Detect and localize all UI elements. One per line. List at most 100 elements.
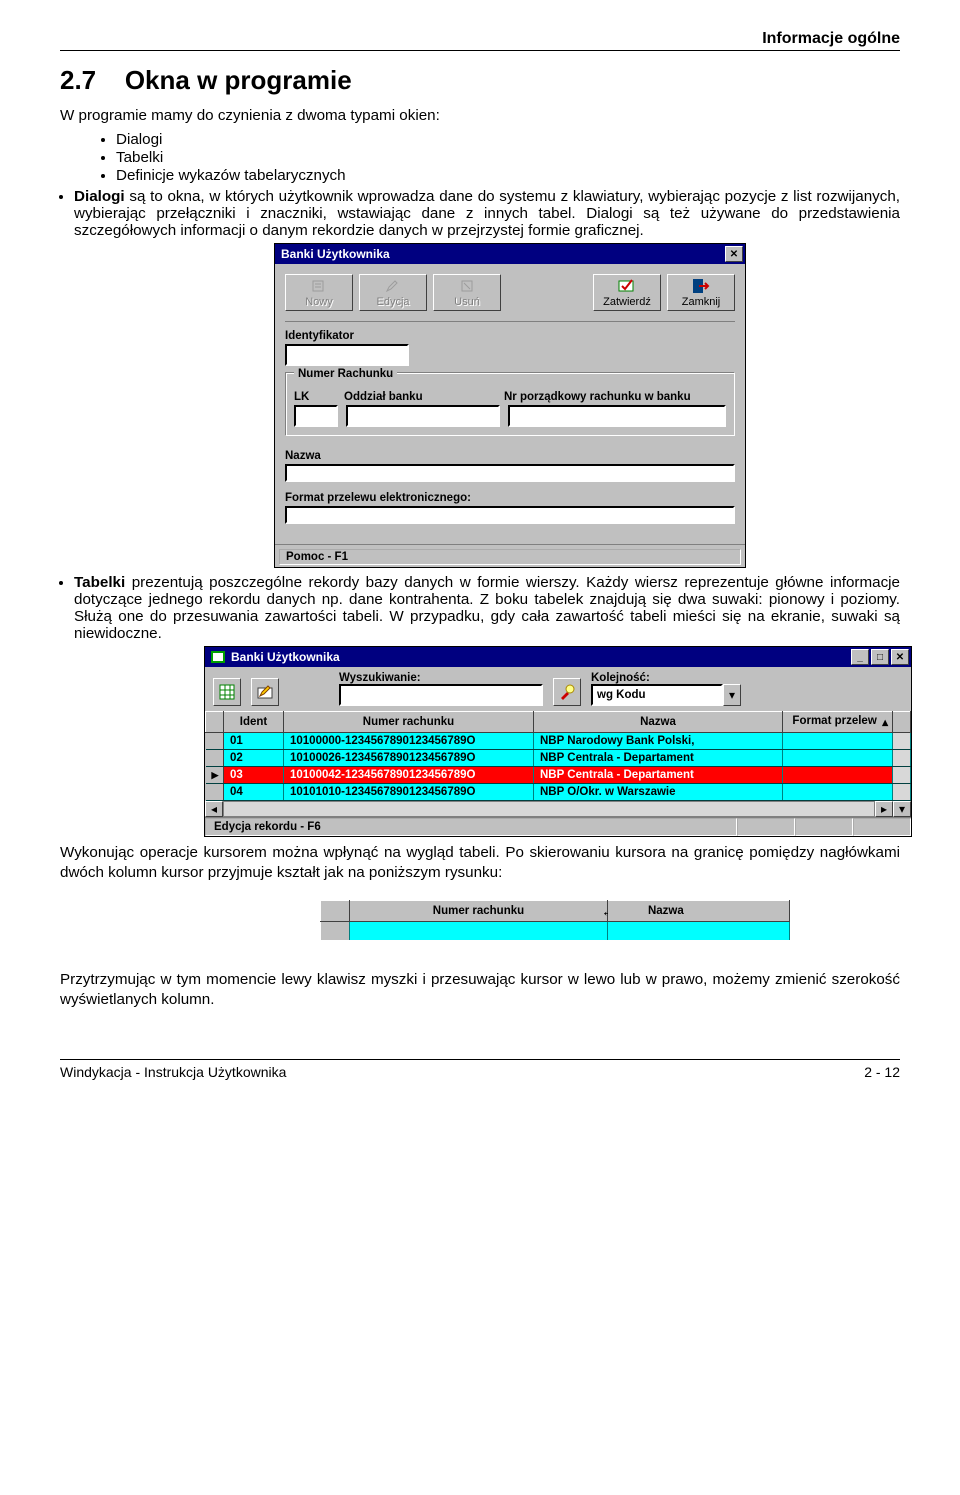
row-marker-header [321, 901, 350, 922]
horizontal-scrollbar[interactable]: ◂ ▸ ▾ [205, 801, 911, 817]
lead-word: Tabelki [74, 574, 125, 591]
col-nazwa[interactable]: Nazwa [607, 901, 789, 922]
grid-icon [219, 684, 235, 700]
cell-numer: 10101010-1234567890123456789O [284, 784, 534, 801]
header-divider [60, 50, 900, 51]
cell-numer: 10100026-1234567890123456789O [284, 750, 534, 767]
col-nazwa[interactable]: Nazwa [534, 712, 783, 733]
button-label: Nowy [286, 296, 352, 308]
cell-numer: 10100000-1234567890123456789O [284, 733, 534, 750]
page-header-right: Informacje ogólne [60, 30, 900, 48]
vscroll-down[interactable]: ▾ [893, 801, 911, 817]
table-topbar: Wyszukiwanie: Kolejność: wg Kodu ▾ [205, 667, 911, 711]
order-combo[interactable]: wg Kodu ▾ [591, 684, 741, 706]
cell-ident: 04 [224, 784, 284, 801]
intro-paragraph: W programie mamy do czynienia z dwoma ty… [60, 106, 900, 125]
desc-text: prezentują poszczególne rekordy bazy dan… [74, 574, 900, 642]
table-row[interactable]: ▶0310100042-1234567890123456789ONBP Cent… [206, 767, 911, 784]
cell-ident: 02 [224, 750, 284, 767]
cell-format [783, 750, 893, 767]
lk-input[interactable] [294, 405, 338, 427]
desc-text: są to okna, w których użytkownik wprowad… [74, 188, 900, 239]
description-list: Dialogi są to okna, w których użytkownik… [74, 188, 900, 837]
list-item: Dialogi są to okna, w których użytkownik… [74, 188, 900, 568]
identyfikator-input[interactable] [285, 344, 409, 366]
button-label: Zamknij [668, 296, 734, 308]
new-icon [311, 279, 327, 293]
edit-row-button[interactable] [251, 678, 279, 706]
dialog-toolbar: Nowy Edycja Usuń Zatwi [285, 270, 735, 322]
table-row[interactable]: 0110100000-1234567890123456789ONBP Narod… [206, 733, 911, 750]
nrporz-input[interactable] [508, 405, 726, 427]
grid-button[interactable] [213, 678, 241, 706]
cell-nazwa: NBP Centrala - Departament [534, 750, 783, 767]
dialog-title: Banki Użytkownika [281, 247, 390, 261]
scroll-up-icon[interactable]: ▴ [882, 715, 888, 729]
scroll-left-button[interactable]: ◂ [205, 801, 223, 817]
dialog-titlebar: Banki Użytkownika ✕ [275, 244, 745, 264]
status-cell [853, 818, 911, 836]
data-grid: Ident Numer rachunku Nazwa Format przele… [205, 711, 911, 801]
section-number: 2.7 [60, 65, 96, 95]
cell-nazwa: NBP O/Okr. w Warszawie [534, 784, 783, 801]
grid-header-row: Ident Numer rachunku Nazwa Format przele… [206, 712, 911, 733]
close-icon: ✕ [896, 652, 904, 663]
status-cell [737, 818, 795, 836]
close-button[interactable]: ✕ [725, 246, 743, 262]
footer-right: 2 - 12 [864, 1064, 900, 1080]
search-button[interactable] [553, 678, 581, 706]
chevron-down-icon: ▾ [729, 688, 735, 702]
delete-icon [459, 279, 475, 293]
cell-nazwa: NBP Narodowy Bank Polski, [534, 733, 783, 750]
zamknij-button[interactable]: Zamknij [667, 274, 735, 311]
table-window: Banki Użytkownika _ □ ✕ Wyszukiwanie: [204, 646, 912, 837]
col-format[interactable]: Format przelew▴ [783, 712, 893, 733]
cell-format [783, 733, 893, 750]
cell-ident: 03 [224, 767, 284, 784]
dialog-window: Banki Użytkownika ✕ Nowy Edyc [274, 243, 746, 568]
oddzial-input[interactable] [346, 405, 500, 427]
list-item: Definicje wykazów tabelarycznych [116, 167, 900, 184]
scroll-right-button[interactable]: ▸ [875, 801, 893, 817]
confirm-icon [618, 278, 636, 294]
col-numer[interactable]: Numer rachunku [284, 712, 534, 733]
combo-dropdown[interactable]: ▾ [723, 684, 741, 706]
minimize-button[interactable]: _ [851, 649, 869, 665]
vscroll-track[interactable] [893, 784, 911, 801]
label-nrporz: Nr porządkowy rachunku w banku [504, 391, 691, 403]
label-wyszukiwanie: Wyszukiwanie: [339, 672, 543, 684]
table-row[interactable]: 0210100026-1234567890123456789ONBP Centr… [206, 750, 911, 767]
list-item: Tabelki [116, 149, 900, 166]
legend-numer-rachunku: Numer Rachunku [294, 368, 397, 380]
nowy-button[interactable]: Nowy [285, 274, 353, 311]
vscroll-track[interactable] [893, 750, 911, 767]
section-title: Okna w programie [125, 65, 352, 95]
status-text: Edycja rekordu - F6 [205, 818, 737, 836]
cell-format [783, 767, 893, 784]
vscroll-track[interactable] [893, 733, 911, 750]
vscroll-track[interactable] [893, 767, 911, 784]
nazwa-input[interactable] [285, 464, 735, 482]
col-numer[interactable]: Numer rachunku ↔ [350, 901, 608, 922]
close-button[interactable]: ✕ [891, 649, 909, 665]
zatwierdz-button[interactable]: Zatwierdź [593, 274, 661, 311]
close-icon: ✕ [730, 249, 738, 260]
row-marker: ▶ [206, 767, 224, 784]
minimize-icon: _ [857, 652, 863, 663]
row-marker [206, 784, 224, 801]
window-types-list: Dialogi Tabelki Definicje wykazów tabela… [116, 131, 900, 184]
scroll-track[interactable] [223, 801, 875, 817]
button-label: Edycja [360, 296, 426, 308]
status-pomoc: Pomoc - F1 [279, 549, 741, 565]
search-input[interactable] [339, 684, 543, 706]
table-row[interactable]: 0410101010-1234567890123456789ONBP O/Okr… [206, 784, 911, 801]
edycja-button[interactable]: Edycja [359, 274, 427, 311]
vscroll-up[interactable] [893, 712, 911, 733]
triangle-down-icon: ▾ [899, 802, 905, 816]
maximize-button[interactable]: □ [871, 649, 889, 665]
col-ident[interactable]: Ident [224, 712, 284, 733]
lead-word: Dialogi [74, 188, 125, 205]
usun-button[interactable]: Usuń [433, 274, 501, 311]
after-table-paragraph: Wykonując operacje kursorem można wpłyną… [60, 843, 900, 882]
format-input[interactable] [285, 506, 735, 524]
